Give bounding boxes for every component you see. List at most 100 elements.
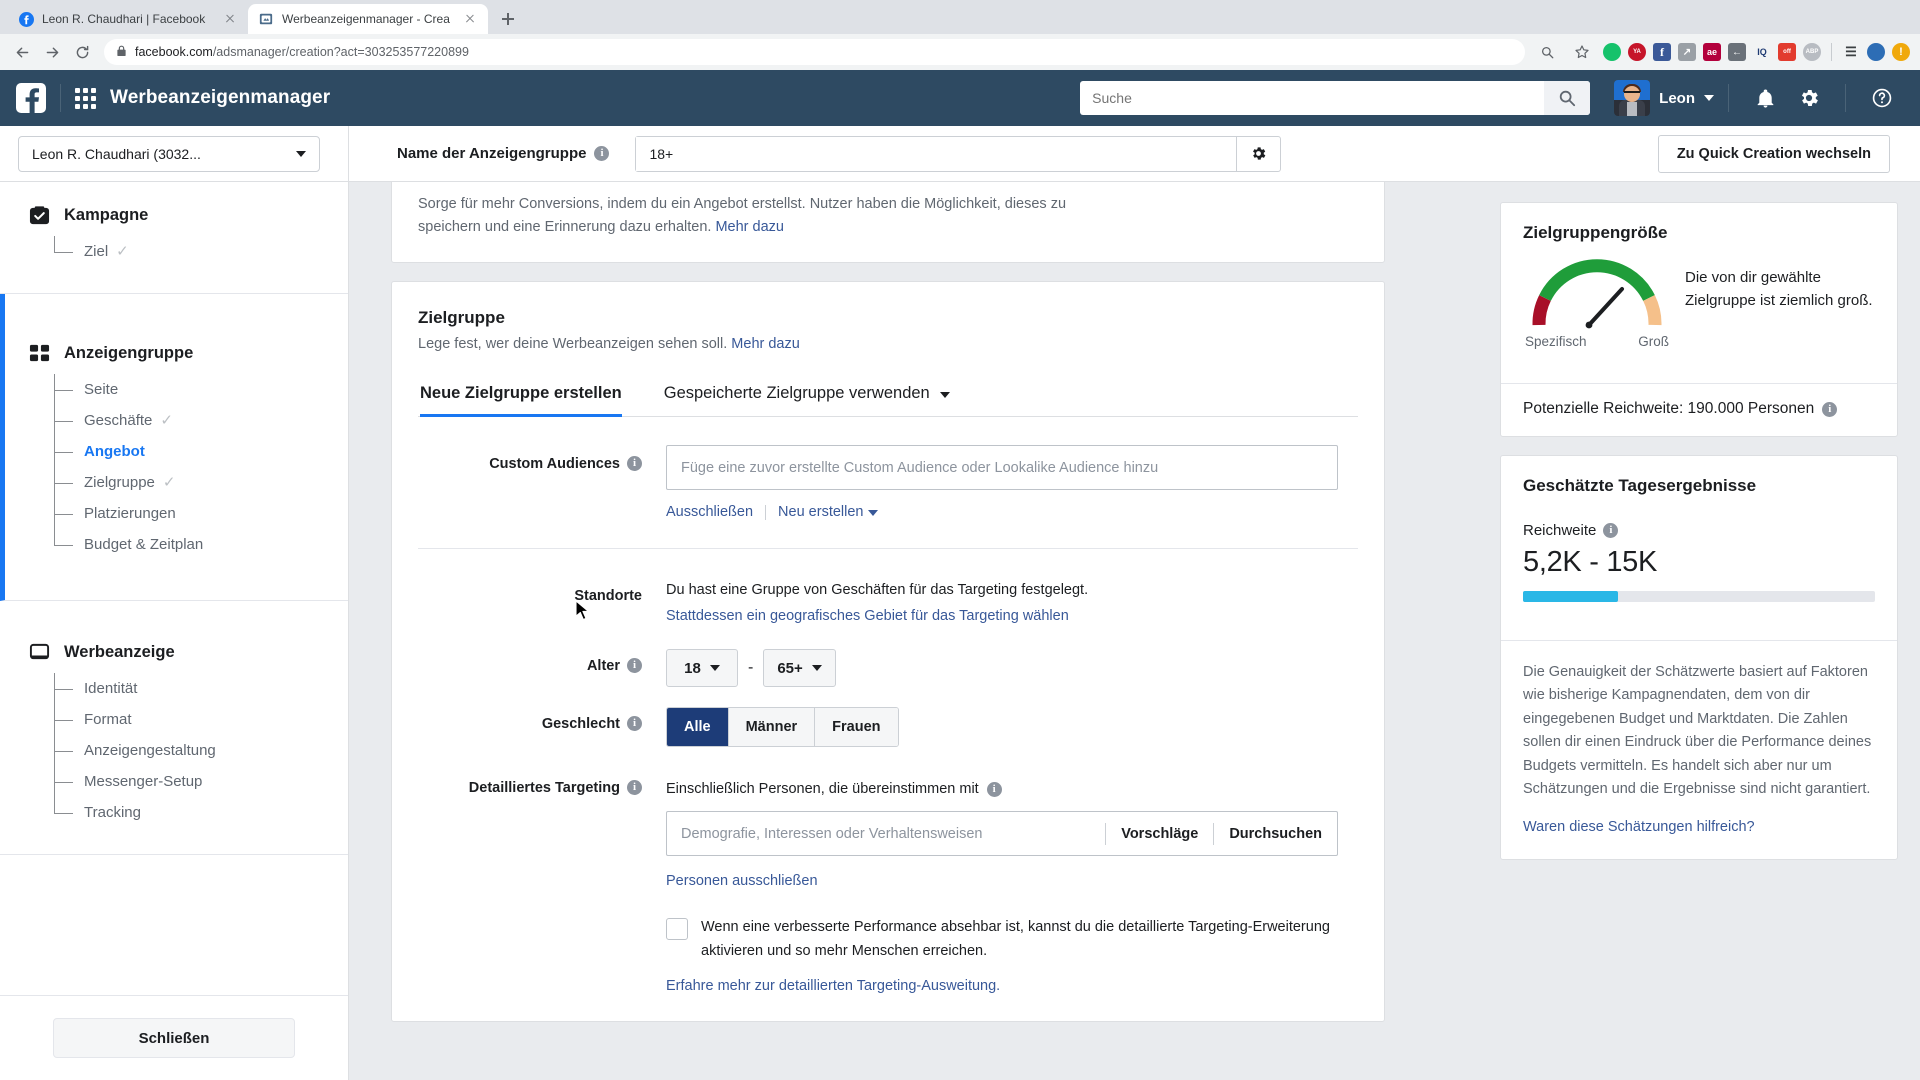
- exclude-people-link[interactable]: Personen ausschließen: [666, 873, 818, 889]
- close-icon[interactable]: [462, 11, 478, 27]
- gear-icon[interactable]: [1787, 76, 1831, 120]
- sidebar-item-geschaefte[interactable]: Geschäfte ✓: [54, 405, 348, 436]
- chevron-down-icon[interactable]: [811, 665, 822, 672]
- browser-tab-0[interactable]: Leon R. Chaudhari | Facebook: [8, 4, 248, 34]
- sidebar-section-kampagne[interactable]: Kampagne Ziel ✓: [0, 182, 348, 294]
- similarweb-extension-icon[interactable]: ↗: [1678, 43, 1696, 61]
- url-path: /adsmanager/creation?act=303253577220899: [212, 45, 469, 59]
- gender-option-alle[interactable]: Alle: [667, 708, 729, 747]
- switch-to-quick-creation-button[interactable]: Zu Quick Creation wechseln: [1657, 134, 1890, 173]
- sidebar-section-anzeigengruppe[interactable]: Anzeigengruppe Seite Geschäfte ✓ Angebot…: [0, 294, 348, 601]
- new-tab-button[interactable]: [494, 5, 522, 33]
- zoom-icon[interactable]: [1533, 38, 1561, 66]
- age-min-select[interactable]: 18: [666, 649, 738, 688]
- campaign-check-icon: [28, 204, 50, 226]
- gauge-description: Die von dir gewählte Zielgruppe ist ziem…: [1685, 269, 1873, 309]
- exclude-audience-link[interactable]: Ausschließen: [666, 504, 753, 520]
- sidebar-item-platzierungen[interactable]: Platzierungen: [54, 498, 348, 529]
- sidebar-item-messenger-setup[interactable]: Messenger-Setup: [54, 766, 348, 797]
- sidebar-item-anzeigengestaltung[interactable]: Anzeigengestaltung: [54, 735, 348, 766]
- gender-option-frauen[interactable]: Frauen: [815, 708, 898, 747]
- chevron-down-icon[interactable]: [709, 665, 720, 672]
- offer-description-line2: speichern und eine Erinnerung dazu erhal…: [418, 219, 712, 236]
- sidebar-section-werbeanzeige[interactable]: Werbeanzeige Identität Format Anzeigenge…: [0, 601, 348, 855]
- reload-icon[interactable]: [68, 38, 96, 66]
- sidebar-item-seite[interactable]: Seite: [54, 374, 348, 405]
- chevron-down-icon[interactable]: [1704, 95, 1714, 101]
- audience-subtitle: Lege fest, wer deine Werbeanzeigen sehen…: [418, 333, 1358, 356]
- bookmark-star-icon[interactable]: [1568, 38, 1596, 66]
- update-alert-extension-icon[interactable]: !: [1892, 43, 1910, 61]
- sidebar-tree: Identität Format Anzeigengestaltung Mess…: [54, 669, 348, 828]
- info-icon[interactable]: i: [627, 716, 642, 732]
- info-icon[interactable]: i: [594, 146, 610, 161]
- iq-extension-icon[interactable]: IQ: [1753, 43, 1771, 61]
- browse-button[interactable]: Durchsuchen: [1213, 822, 1337, 845]
- abp-extension-icon[interactable]: ABP: [1803, 43, 1821, 61]
- adset-name-input[interactable]: [636, 136, 1237, 171]
- browser-tab-1[interactable]: Werbeanzeigenmanager - Crea: [248, 4, 488, 34]
- targeting-expansion-checkbox[interactable]: [666, 918, 688, 941]
- yandex-extension-icon[interactable]: YA: [1628, 43, 1646, 61]
- search-input[interactable]: [1080, 81, 1545, 115]
- tab-new-audience[interactable]: Neue Zielgruppe erstellen: [420, 384, 622, 418]
- reach-progress-bar: [1523, 591, 1875, 602]
- sidebar-item-format[interactable]: Format: [54, 704, 348, 735]
- chevron-down-icon[interactable]: [296, 150, 306, 157]
- info-icon[interactable]: i: [627, 780, 642, 796]
- info-icon[interactable]: i: [1603, 523, 1619, 538]
- sidebar-item-budget-zeitplan[interactable]: Budget & Zeitplan: [54, 529, 348, 560]
- grammarly-extension-icon[interactable]: [1603, 43, 1621, 61]
- gender-option-maenner[interactable]: Männer: [728, 708, 816, 747]
- suggestions-button[interactable]: Vorschläge: [1105, 822, 1213, 845]
- locations-change-link[interactable]: Stattdessen ein geografisches Gebiet für…: [666, 605, 1358, 627]
- sidebar-item-zielgruppe[interactable]: Zielgruppe ✓: [54, 467, 348, 498]
- pocket-extension-icon[interactable]: ←: [1728, 43, 1746, 61]
- targeting-expansion-learn-more-link[interactable]: Erfahre mehr zur detaillierten Targeting…: [666, 978, 1000, 994]
- facebook-pixel-helper-extension-icon[interactable]: f: [1653, 43, 1671, 61]
- sidebar-item-identitaet[interactable]: Identität: [54, 673, 348, 704]
- estimates-disclaimer: Die Genauigkeit der Schätzwerte basiert …: [1501, 641, 1897, 859]
- search-icon[interactable]: [1544, 81, 1591, 115]
- account-selector[interactable]: Leon R. Chaudhari (3032...: [18, 135, 320, 172]
- sidebar-item-angebot[interactable]: Angebot: [54, 436, 348, 467]
- custom-audiences-input[interactable]: Füge eine zuvor erstellte Custom Audienc…: [666, 445, 1338, 491]
- audience-more-link[interactable]: Mehr dazu: [731, 336, 800, 352]
- gear-icon[interactable]: [1236, 136, 1280, 171]
- search-box[interactable]: [1080, 81, 1591, 115]
- info-icon[interactable]: i: [1822, 401, 1838, 417]
- tab-saved-audience[interactable]: Gespeicherte Zielgruppe verwenden: [664, 384, 951, 416]
- forward-arrow-icon[interactable]: [38, 38, 66, 66]
- info-icon[interactable]: i: [627, 456, 642, 472]
- chevron-down-icon[interactable]: [940, 392, 951, 399]
- user-menu[interactable]: Leon: [1614, 80, 1714, 116]
- field-age: Alter i 18 - 65+: [418, 649, 1358, 688]
- app-grid-icon[interactable]: [75, 87, 96, 109]
- age-max-select[interactable]: 65+: [763, 649, 836, 688]
- detailed-targeting-input[interactable]: Demografie, Interessen oder Verhaltenswe…: [666, 811, 1338, 857]
- adset-name-field[interactable]: [635, 135, 1282, 172]
- facebook-logo[interactable]: [16, 83, 46, 113]
- sidebar-item-label: Tracking: [84, 804, 141, 821]
- bell-icon[interactable]: [1743, 76, 1787, 120]
- estimates-feedback-link[interactable]: Waren diese Schätzungen hilfreich?: [1523, 816, 1875, 839]
- sidebar-item-tracking[interactable]: Tracking: [54, 797, 348, 828]
- close-icon[interactable]: [222, 11, 238, 27]
- sidebar-section-label: Kampagne: [64, 205, 149, 224]
- chevron-down-icon[interactable]: [867, 510, 878, 517]
- include-heading-text: Einschließlich Personen, die übereinstim…: [666, 781, 979, 798]
- adespresso-extension-icon[interactable]: ae: [1703, 43, 1721, 61]
- profile-avatar-extension-icon[interactable]: [1867, 43, 1885, 61]
- address-bar[interactable]: facebook.com/adsmanager/creation?act=303…: [104, 39, 1525, 65]
- back-arrow-icon[interactable]: [8, 38, 36, 66]
- info-icon[interactable]: i: [986, 781, 1002, 797]
- offer-more-link[interactable]: Mehr dazu: [715, 219, 784, 235]
- close-button[interactable]: Schließen: [53, 1018, 295, 1058]
- adblock-off-extension-icon[interactable]: off: [1778, 43, 1796, 61]
- info-icon[interactable]: i: [627, 658, 642, 674]
- help-question-icon[interactable]: [1860, 76, 1904, 120]
- create-new-audience-link[interactable]: Neu erstellen: [778, 504, 878, 520]
- sidebar-item-ziel[interactable]: Ziel ✓: [54, 236, 348, 267]
- playlist-extension-icon[interactable]: ☰: [1842, 43, 1860, 61]
- daily-results-body: Geschätzte Tagesergebnisse Reichweite i …: [1501, 456, 1897, 624]
